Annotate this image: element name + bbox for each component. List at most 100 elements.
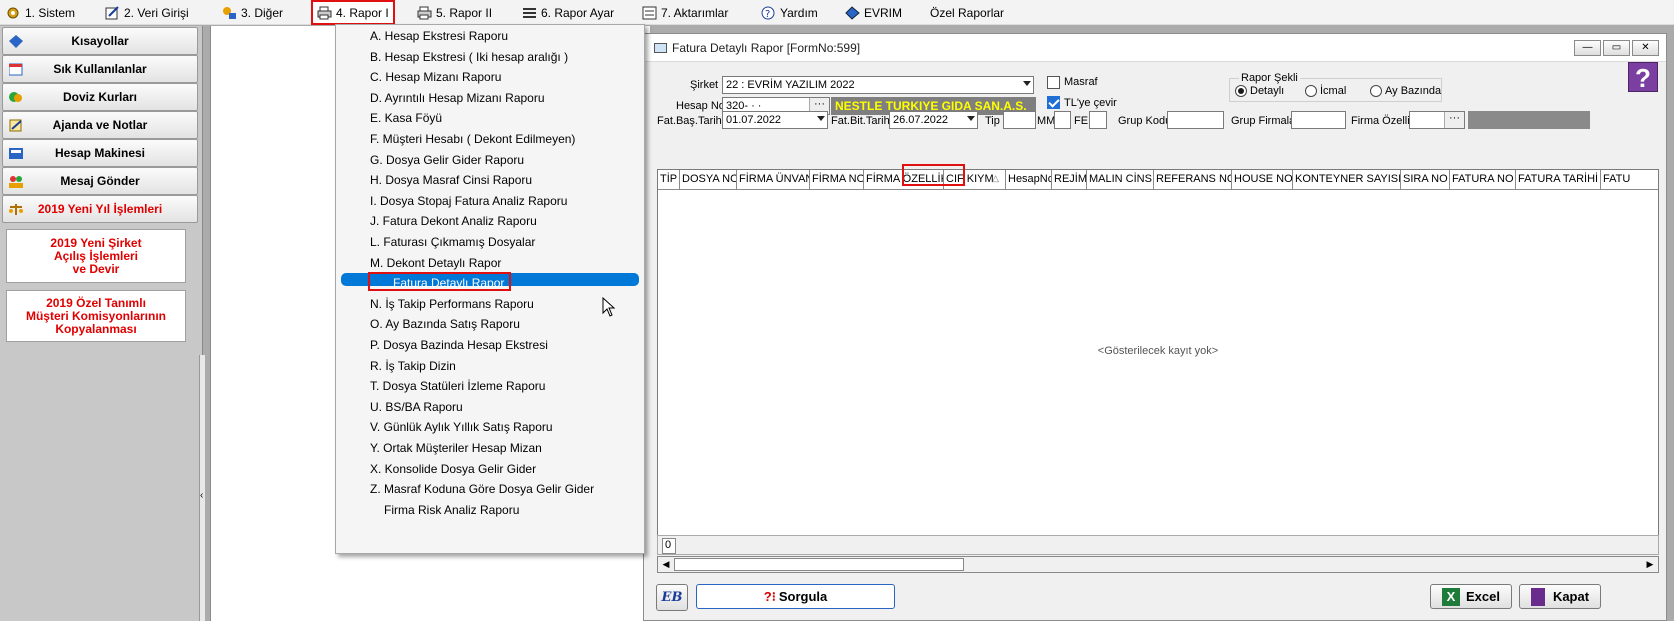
menu-item-label: Z. Masraf Koduna Göre Dosya Gelir Gider xyxy=(370,482,595,497)
sidebar-splitter[interactable]: ‹ xyxy=(199,355,205,621)
window-titlebar[interactable]: Fatura Detaylı Rapor [FormNo:599] — ▭ ✕ xyxy=(644,34,1666,62)
close-button[interactable]: ✕ xyxy=(1632,40,1659,56)
menu-sistem[interactable]: 1. Sistem xyxy=(2,2,79,23)
menu-yardim[interactable]: ? Yardım xyxy=(757,2,822,23)
menu-diger[interactable]: 3. Diğer xyxy=(218,2,287,23)
sidebar-item-ajanda[interactable]: Ajanda ve Notlar xyxy=(2,111,198,139)
collapse-icon: ‹ xyxy=(200,490,204,501)
column-header[interactable]: REFERANS NO xyxy=(1154,170,1232,190)
column-header[interactable]: FİRMA ÜNVAN xyxy=(737,170,810,190)
menu-item-label: L. Faturası Çıkmamış Dosyalar xyxy=(370,235,536,249)
menu-item-ortak-musteriler[interactable]: Y. Ortak Müşteriler Hesap Mizan xyxy=(336,437,644,459)
help-icon[interactable]: ? xyxy=(1628,62,1658,93)
panel-line: 2019 Yeni Şirket xyxy=(50,235,142,250)
sidebar-item-doviz-kurlari[interactable]: Doviz Kurları xyxy=(2,83,198,111)
menu-item-dosya-statuleri[interactable]: T. Dosya Statüleri İzleme Raporu xyxy=(336,375,644,397)
mouse-cursor-icon xyxy=(602,296,616,320)
menu-item-label: X. Konsolide Dosya Gelir Gider xyxy=(370,461,537,476)
column-header[interactable]: FATU xyxy=(1601,170,1658,190)
sidebar-panel-komisyon[interactable]: 2019 Özel Tanımlı Müşteri Komisyonlarını… xyxy=(6,290,186,342)
column-header[interactable]: TİP xyxy=(658,170,680,190)
sidebar-item-label: Ajanda ve Notlar xyxy=(52,118,148,132)
menu-item-konsolide[interactable]: X. Konsolide Dosya Gelir Gider xyxy=(336,458,644,480)
menu-item-masraf-kodu[interactable]: Z. Masraf Koduna Göre Dosya Gelir Gider xyxy=(336,478,644,500)
scroll-right-icon[interactable]: ▶ xyxy=(1643,558,1657,571)
maximize-button[interactable]: ▭ xyxy=(1603,40,1630,56)
menu-rapor-2[interactable]: 5. Rapor II xyxy=(413,2,496,23)
menu-ozel-raporlar[interactable]: Özel Raporlar xyxy=(926,2,1008,23)
tip-input[interactable] xyxy=(1003,111,1036,129)
results-grid[interactable]: TİP DOSYA NO FİRMA ÜNVAN FİRMA NO FİRMA … xyxy=(657,169,1659,554)
menu-item-faturasi-cikmamis[interactable]: L. Faturası Çıkmamış Dosyalar xyxy=(336,231,644,253)
menu-item-fatura-dekont[interactable]: J. Fatura Dekont Analiz Raporu xyxy=(336,210,644,232)
column-header[interactable]: SIRA NO xyxy=(1401,170,1450,190)
grup-kodu-input[interactable] xyxy=(1167,111,1224,129)
column-header[interactable]: REJİM xyxy=(1052,170,1087,190)
calendar-icon xyxy=(8,63,23,76)
sorgula-button[interactable]: ?⁝ Sorgula xyxy=(696,584,895,609)
column-header[interactable]: FİRMA NO xyxy=(810,170,864,190)
radio-icmal[interactable] xyxy=(1305,85,1317,97)
menu-item-label: O. Ay Bazında Satış Raporu xyxy=(370,317,520,332)
scroll-left-icon[interactable]: ◀ xyxy=(659,558,673,571)
menu-rapor-ayar[interactable]: 6. Rapor Ayar xyxy=(518,2,618,23)
horizontal-scrollbar[interactable]: ◀ ▶ xyxy=(657,556,1659,573)
menu-evrim-label: EVRIM xyxy=(864,5,903,20)
sidebar-item-mesaj-gonder[interactable]: Mesaj Gönder xyxy=(2,167,198,195)
column-header[interactable]: FATURA NO xyxy=(1450,170,1516,190)
menu-rapor-1[interactable]: 4. Rapor I xyxy=(311,0,395,25)
column-header[interactable]: FATURA TARİHİ xyxy=(1516,170,1601,190)
sirket-label: Şirket xyxy=(690,79,719,91)
menu-item-hesap-ekstresi[interactable]: A. Hesap Ekstresi Raporu xyxy=(336,25,644,47)
radio-detayli[interactable] xyxy=(1235,85,1247,97)
fe-input[interactable] xyxy=(1089,111,1107,129)
radio-ay-bazinda[interactable] xyxy=(1370,85,1382,97)
menu-item-dosya-gelir-gider[interactable]: G. Dosya Gelir Gider Raporu xyxy=(336,149,644,171)
scrollbar-thumb[interactable] xyxy=(674,558,964,571)
menu-item-ay-bazinda-satis[interactable]: O. Ay Bazında Satış Raporu xyxy=(336,313,644,335)
menu-item-is-takip-dizin[interactable]: R. İş Takip Dizin xyxy=(336,355,644,377)
fat-bas-tarihi-input[interactable]: 01.07.2022 xyxy=(722,111,828,129)
menu-item-dosya-bazinda-ekstre[interactable]: P. Dosya Bazinda Hesap Ekstresi xyxy=(336,334,644,356)
menu-item-hesap-ekstresi-iki[interactable]: B. Hesap Ekstresi ( Iki hesap aralığı ) xyxy=(336,46,644,68)
menu-item-dosya-stopaj[interactable]: I. Dosya Stopaj Fatura Analiz Raporu xyxy=(336,190,644,212)
menu-item-is-takip-performans[interactable]: N. İş Takip Performans Raporu xyxy=(336,293,644,315)
menu-item-ayrintili-mizan[interactable]: D. Ayrıntılı Hesap Mizanı Raporu xyxy=(336,87,644,109)
empty-grid-message: <Gösterilecek kayıt yok> xyxy=(1097,345,1219,357)
firma-ozellik-input[interactable]: ··· xyxy=(1409,111,1465,129)
firma-ozellik-lookup-button[interactable]: ··· xyxy=(1444,112,1464,128)
eb-logo-button[interactable]: EB xyxy=(656,584,688,611)
tlye-cevir-checkbox[interactable] xyxy=(1047,96,1060,109)
column-header[interactable]: MALIN CİNSİ xyxy=(1087,170,1154,190)
column-header[interactable]: KONTEYNER SAYISI xyxy=(1293,170,1401,190)
mm-input[interactable] xyxy=(1054,111,1071,129)
sirket-select[interactable]: 22 : EVRİM YAZILIM 2022 xyxy=(722,76,1034,94)
menu-item-dekont-detayli[interactable]: M. Dekont Detaylı Rapor xyxy=(336,252,644,274)
sidebar-panel-yeni-sirket[interactable]: 2019 Yeni Şirket Açılış İşlemleri ve Dev… xyxy=(6,229,186,283)
column-header[interactable]: HesapNo xyxy=(1006,170,1052,190)
minimize-button[interactable]: — xyxy=(1574,40,1601,56)
menu-item-label: M. Dekont Detaylı Rapor xyxy=(370,255,502,270)
menu-item-hesap-mizani[interactable]: C. Hesap Mizanı Raporu xyxy=(336,66,644,88)
kapat-button[interactable]: Kapat xyxy=(1519,584,1601,609)
excel-button[interactable]: X Excel xyxy=(1430,584,1512,609)
menu-item-satis-raporu[interactable]: V. Günlük Aylık Yıllık Satış Raporu xyxy=(336,416,644,438)
menu-veri-girisi[interactable]: 2. Veri Girişi xyxy=(101,2,193,23)
menu-item-kasa-foyu[interactable]: E. Kasa Föyü xyxy=(336,107,644,129)
menu-item-dosya-masraf-cinsi[interactable]: H. Dosya Masraf Cinsi Raporu xyxy=(336,169,644,191)
menu-aktarimlar[interactable]: 7. Aktarımlar xyxy=(638,2,732,23)
sidebar-item-hesap-makinesi[interactable]: Hesap Makinesi xyxy=(2,139,198,167)
grup-firmalar-input[interactable] xyxy=(1291,111,1346,129)
sidebar-item-kisayollar[interactable]: Kısayollar xyxy=(2,27,198,55)
sidebar-item-yeni-yil[interactable]: 2019 Yeni Yıl İşlemleri xyxy=(2,195,198,223)
sidebar-item-sik-kullanilanlar[interactable]: Sık Kullanılanlar xyxy=(2,55,198,83)
menu-evrim[interactable]: EVRIM xyxy=(841,2,906,23)
fat-bit-tarihi-input[interactable]: 26.07.2022 xyxy=(889,111,978,129)
menu-item-bs-ba[interactable]: U. BS/BA Raporu xyxy=(336,396,644,418)
column-header[interactable]: HOUSE NO xyxy=(1232,170,1293,190)
masraf-checkbox[interactable] xyxy=(1047,76,1060,89)
menu-item-firma-risk[interactable]: Firma Risk Analiz Raporu xyxy=(336,499,644,521)
column-header[interactable]: DOSYA NO xyxy=(680,170,737,190)
radio-icmal-label: İcmal xyxy=(1320,85,1347,97)
menu-item-musteri-hesabi[interactable]: F. Müşteri Hesabı ( Dekont Edilmeyen) xyxy=(336,128,644,150)
